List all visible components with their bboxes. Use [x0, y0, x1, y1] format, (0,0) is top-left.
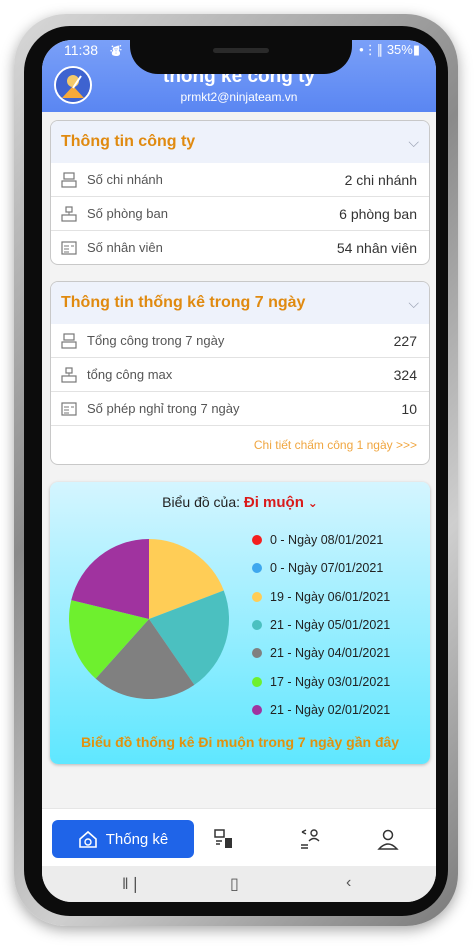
row-value: 227: [393, 332, 417, 349]
nav-profile[interactable]: [376, 827, 400, 851]
branch-icon: [61, 171, 77, 188]
legend-swatch: [252, 648, 262, 659]
legend-label: 21 - Ngày 04/01/2021: [270, 646, 391, 661]
company-info-card: Thông tin công ty ⌵ Số chi nhánh 2 chi n…: [50, 120, 430, 265]
legend-label: 21 - Ngày 05/01/2021: [270, 618, 391, 633]
row-label: Số nhân viên: [87, 240, 163, 255]
row-value: 54 nhân viên: [336, 239, 417, 256]
legend-swatch: [252, 535, 262, 546]
app-screen: 11:38 ⛇ •⋮∥ 35%▮ thông kê công ty prmkt2…: [42, 40, 436, 902]
total-work-row: Tổng công trong 7 ngày 227: [51, 324, 429, 358]
status-indicator: ⛇: [110, 44, 123, 58]
recent-apps-icon[interactable]: ‖❘: [122, 874, 142, 894]
employee-icon: [61, 240, 77, 256]
company-info-header[interactable]: Thông tin công ty ⌵: [51, 121, 429, 163]
branch-icon: [61, 332, 77, 349]
row-label: Số chi nhánh: [87, 172, 163, 187]
row-value: 2 chi nhánh: [344, 171, 417, 188]
legend-swatch: [252, 563, 262, 574]
status-time: 11:38: [64, 42, 98, 58]
branch-count-row: Số chi nhánh 2 chi nhánh: [51, 163, 429, 197]
legend-item: 0 - Ngày 07/01/2021: [252, 554, 428, 582]
speaker-grille: [213, 48, 269, 53]
department-icon: [61, 205, 77, 222]
account-email: prmkt2@ninjateam.vn: [180, 90, 298, 104]
chart-legend: 0 - Ngày 08/01/2021 0 - Ngày 07/01/2021 19…: [252, 526, 428, 724]
system-nav-bar: ‖❘ ▯ ‹: [42, 866, 436, 902]
chevron-down-icon[interactable]: ⌄: [308, 496, 318, 510]
weekly-stats-card: Thông tin thống kê trong 7 ngày ⌵ Tổng c…: [50, 281, 430, 465]
legend-label: 21 - Ngày 02/01/2021: [270, 702, 391, 717]
chart-selector-value[interactable]: Đi muộn: [244, 494, 304, 511]
users-sync-icon: [301, 829, 320, 849]
employee-icon: [61, 401, 77, 417]
chart-metric-selector[interactable]: Biểu đồ của: Đi muộn ⌄: [50, 494, 430, 511]
legend-label: 0 - Ngày 08/01/2021: [270, 533, 384, 548]
chevron-down-icon[interactable]: ⌵: [408, 134, 419, 151]
weekly-stats-header[interactable]: Thông tin thống kê trong 7 ngày ⌵: [51, 282, 429, 324]
weekly-stats-title: Thông tin thống kê trong 7 ngày: [61, 294, 306, 311]
chart-selector-label: Biểu đồ của:: [162, 494, 240, 510]
legend-item: 0 - Ngày 08/01/2021: [252, 526, 428, 554]
legend-item: 21 - Ngày 04/01/2021: [252, 639, 428, 667]
legend-item: 21 - Ngày 02/01/2021: [252, 696, 428, 724]
row-value: 6 phòng ban: [339, 205, 417, 222]
legend-label: 19 - Ngày 06/01/2021: [270, 589, 391, 604]
status-signal-battery: •⋮∥ 35%▮: [359, 42, 420, 57]
pie-chart: [69, 539, 229, 699]
daily-detail-link[interactable]: Chi tiết chấm công 1 ngày >>>: [51, 426, 429, 464]
home-icon[interactable]: ▯: [230, 874, 239, 894]
row-value: 324: [393, 366, 417, 383]
row-label: Tổng công trong 7 ngày: [87, 333, 225, 348]
legend-item: 21 - Ngày 05/01/2021: [252, 611, 428, 639]
legend-item: 19 - Ngày 06/01/2021: [252, 583, 428, 611]
late-chart-card: Biểu đồ của: Đi muộn ⌄ 0 - Ngày 08/01/20…: [50, 482, 430, 764]
chevron-down-icon[interactable]: ⌵: [408, 295, 419, 312]
user-icon: [377, 829, 399, 850]
max-work-row: tổng công max 324: [51, 358, 429, 392]
legend-swatch: [252, 676, 262, 687]
legend-item: 17 - Ngày 03/01/2021: [252, 667, 428, 695]
department-count-row: Số phòng ban 6 phòng ban: [51, 197, 429, 231]
legend-swatch: [252, 620, 262, 631]
nav-users-sync[interactable]: [298, 827, 322, 851]
back-icon[interactable]: ‹: [346, 874, 351, 892]
department-icon: [61, 366, 77, 383]
employee-count-row: Số nhân viên 54 nhân viên: [51, 231, 429, 264]
legend-label: 17 - Ngày 03/01/2021: [270, 674, 391, 689]
row-label: Số phép nghỉ trong 7 ngày: [87, 401, 240, 416]
devices-icon: [214, 829, 232, 848]
nav-devices[interactable]: [212, 827, 236, 851]
company-info-title: Thông tin công ty: [61, 133, 196, 150]
row-label: Số phòng ban: [87, 206, 168, 221]
bottom-nav: Thống kê: [42, 808, 436, 867]
nav-statistics-label: Thống kê: [105, 830, 169, 848]
row-value: 10: [401, 400, 417, 417]
leave-count-row: Số phép nghỉ trong 7 ngày 10: [51, 392, 429, 426]
legend-swatch: [252, 704, 262, 715]
row-label: tổng công max: [87, 367, 173, 382]
home-chart-icon: [78, 830, 97, 848]
legend-label: 0 - Ngày 07/01/2021: [270, 561, 384, 576]
nav-statistics[interactable]: Thống kê: [52, 820, 194, 858]
chart-title: Biểu đồ thống kê Đi muộn trong 7 ngày gầ…: [80, 734, 400, 750]
legend-swatch: [252, 591, 262, 602]
